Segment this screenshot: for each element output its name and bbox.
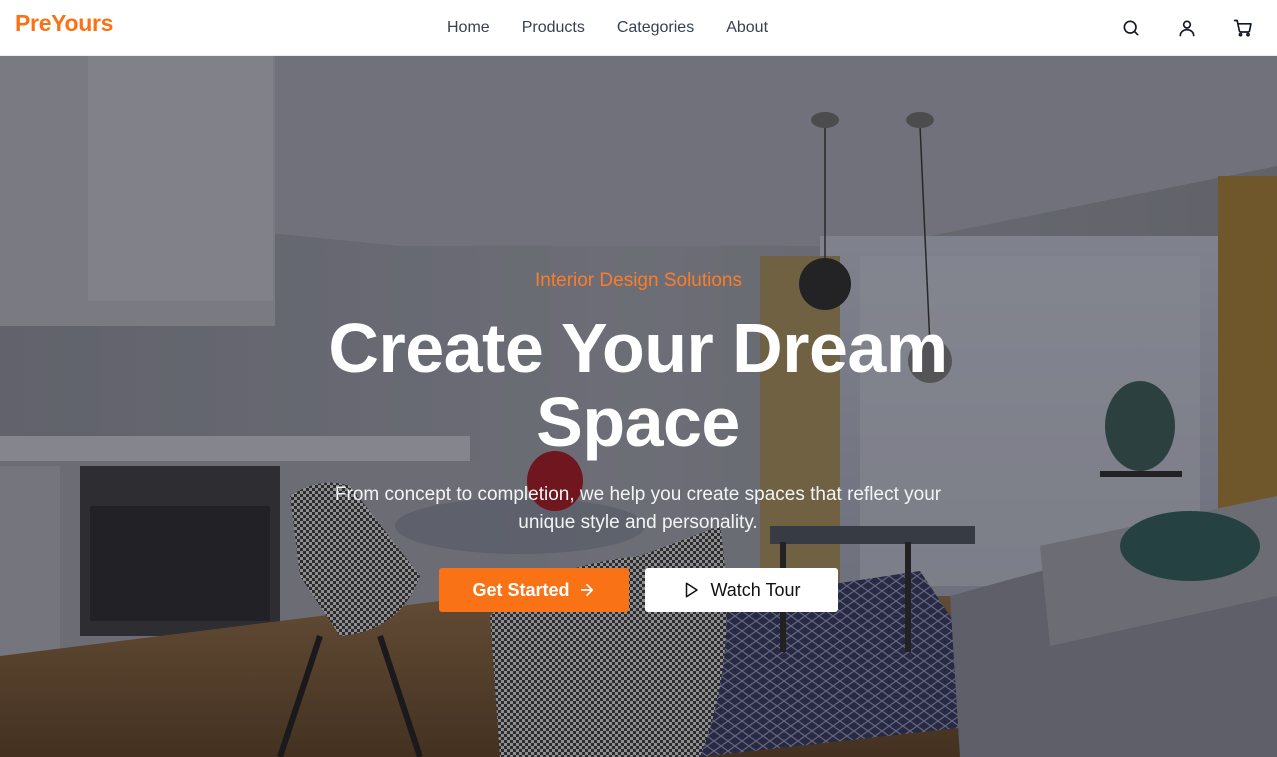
nav-link-about[interactable]: About <box>710 0 784 56</box>
arrow-right-icon <box>580 583 593 597</box>
search-icon <box>1123 20 1139 36</box>
hero-section: Interior Design Solutions Create Your Dr… <box>0 56 1277 757</box>
brand-logo[interactable]: PreYours <box>15 10 113 37</box>
hero-cta-group: Get Started Watch Tour <box>0 568 1277 612</box>
nav-link-home[interactable]: Home <box>431 0 506 56</box>
account-button[interactable] <box>1167 8 1207 48</box>
hero-eyebrow: Interior Design Solutions <box>535 270 742 291</box>
nav-link-products[interactable]: Products <box>506 0 601 56</box>
play-icon <box>686 582 699 598</box>
search-button[interactable] <box>1111 8 1151 48</box>
watch-tour-label: Watch Tour <box>710 579 801 600</box>
cart-button[interactable] <box>1223 8 1263 48</box>
site-header: PreYours Home Products Categories About <box>0 0 1277 56</box>
hero-title: Create Your Dream Space <box>328 309 948 461</box>
user-icon <box>1179 20 1195 37</box>
cart-icon <box>1233 19 1252 37</box>
hero-subtitle: From concept to completion, we help you … <box>334 484 942 533</box>
main-nav: Home Products Categories About <box>431 0 784 56</box>
nav-link-categories[interactable]: Categories <box>601 0 710 56</box>
watch-tour-button[interactable]: Watch Tour <box>645 568 838 612</box>
header-actions <box>1111 0 1263 56</box>
hero-content: Interior Design Solutions Create Your Dr… <box>0 56 1277 757</box>
get-started-label: Get Started <box>472 579 570 600</box>
get-started-button[interactable]: Get Started <box>439 568 629 612</box>
